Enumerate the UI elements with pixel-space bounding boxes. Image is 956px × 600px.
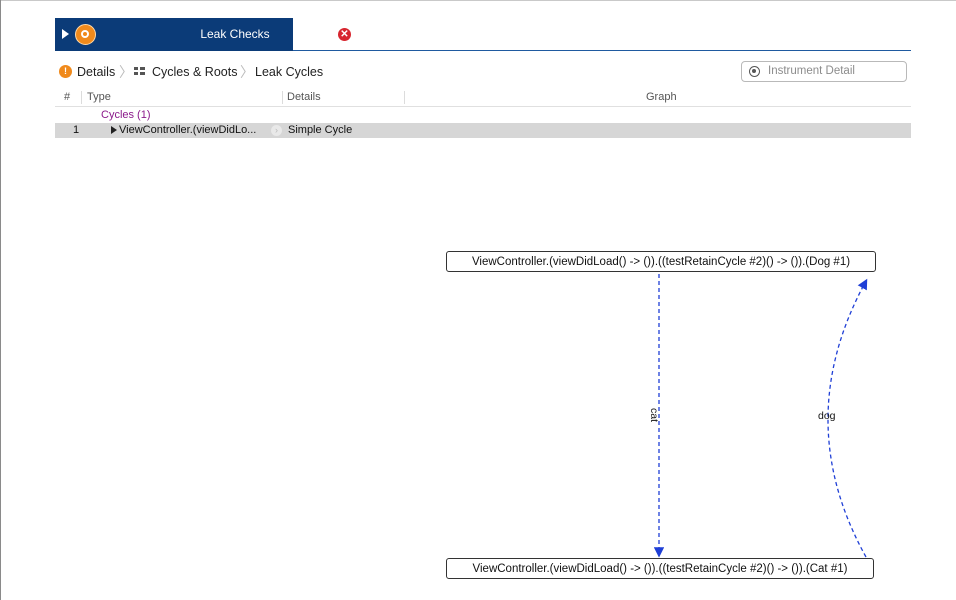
cycle-graph: ViewController.(viewDidLoad() -> ()).((t…: [0, 0, 956, 600]
graph-edges: [653, 274, 868, 558]
cat-node[interactable]: ViewController.(viewDidLoad() -> ()).((t…: [446, 558, 874, 579]
cat-edge-label: cat: [648, 408, 660, 423]
dog-node[interactable]: ViewController.(viewDidLoad() -> ()).((t…: [446, 251, 876, 272]
dog-edge-label: dog: [818, 410, 836, 422]
